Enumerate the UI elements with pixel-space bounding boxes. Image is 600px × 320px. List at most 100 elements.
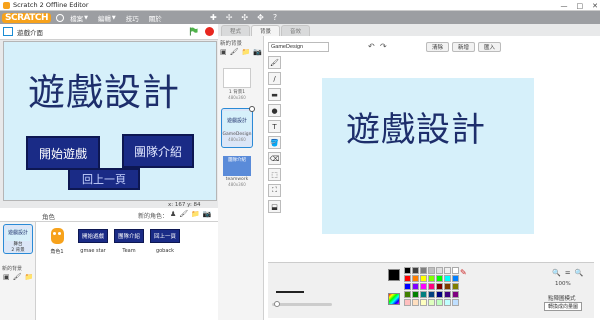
color-swatch[interactable] bbox=[404, 267, 411, 274]
stage-team-button[interactable]: 團隊介紹 bbox=[122, 134, 194, 168]
select-remove-icon[interactable]: ⛶ bbox=[268, 184, 281, 197]
color-swatch[interactable] bbox=[404, 299, 411, 306]
camera-sprite-icon[interactable]: 📷 bbox=[203, 210, 212, 218]
choose-sprite-icon[interactable]: ♟ bbox=[170, 210, 176, 218]
color-swatch[interactable] bbox=[428, 267, 435, 274]
upload-sprite-icon[interactable]: 📁 bbox=[191, 210, 200, 218]
eyedropper-icon[interactable]: ✎ bbox=[460, 268, 467, 277]
rectangle-icon[interactable]: ▬ bbox=[268, 88, 281, 101]
stage-thumbnail[interactable]: 遊戲設計 舞台 2 背景 bbox=[3, 224, 33, 254]
color-swatch[interactable] bbox=[404, 291, 411, 298]
camera-backdrop-icon[interactable]: 📷 bbox=[253, 48, 262, 56]
minimize-button[interactable]: — bbox=[561, 2, 568, 10]
color-swatch[interactable] bbox=[428, 283, 435, 290]
stage-canvas[interactable]: 遊戲設計 回上一頁 開始遊戲 團隊介紹 bbox=[3, 41, 217, 201]
help-icon[interactable]: ? bbox=[273, 13, 277, 22]
stage-start-button[interactable]: 開始遊戲 bbox=[26, 136, 100, 170]
color-swatch[interactable] bbox=[444, 283, 451, 290]
line-icon[interactable]: / bbox=[268, 72, 281, 85]
backdrop-tile[interactable]: 1 背景1 480x360 bbox=[221, 66, 253, 106]
color-swatch[interactable] bbox=[412, 291, 419, 298]
close-button[interactable]: ✕ bbox=[592, 2, 598, 10]
convert-to-vector-button[interactable]: 轉換成向量圖 bbox=[544, 302, 583, 311]
upload-backdrop-icon[interactable]: 📁 bbox=[25, 273, 34, 281]
tab-sounds[interactable]: 音效 bbox=[281, 25, 311, 36]
language-globe-icon[interactable] bbox=[56, 13, 65, 22]
upload-backdrop-icon[interactable]: 📁 bbox=[242, 48, 251, 56]
stamp-icon[interactable]: ⬓ bbox=[268, 200, 281, 213]
shrink-icon[interactable]: ✥ bbox=[257, 13, 264, 22]
color-swatch[interactable] bbox=[420, 283, 427, 290]
color-swatch[interactable] bbox=[412, 267, 419, 274]
select-icon[interactable]: ⬚ bbox=[268, 168, 281, 181]
color-swatch[interactable] bbox=[428, 291, 435, 298]
color-swatch[interactable] bbox=[444, 291, 451, 298]
color-swatch[interactable] bbox=[452, 299, 459, 306]
add-button[interactable]: 新增 bbox=[452, 42, 476, 52]
maximize-button[interactable]: □ bbox=[577, 2, 584, 10]
color-swatch[interactable] bbox=[420, 275, 427, 282]
paint-canvas[interactable]: 遊戲設計 bbox=[322, 78, 534, 234]
fill-icon[interactable]: 🪣 bbox=[268, 136, 281, 149]
tab-scripts[interactable]: 程式 bbox=[221, 25, 251, 36]
brush-icon[interactable]: 🖌 bbox=[268, 56, 281, 69]
color-swatch[interactable] bbox=[436, 283, 443, 290]
stage-goback-button[interactable]: 回上一頁 bbox=[68, 168, 140, 190]
color-swatch[interactable] bbox=[452, 283, 459, 290]
color-swatch[interactable] bbox=[452, 291, 459, 298]
stop-icon[interactable] bbox=[205, 27, 214, 36]
color-swatch[interactable] bbox=[436, 299, 443, 306]
menu-about[interactable]: 關於 bbox=[149, 13, 162, 23]
color-swatch[interactable] bbox=[444, 275, 451, 282]
color-swatch[interactable] bbox=[444, 299, 451, 306]
color-swatch[interactable] bbox=[412, 283, 419, 290]
clear-button[interactable]: 清除 bbox=[426, 42, 450, 52]
color-swatch[interactable] bbox=[412, 299, 419, 306]
color-swatch[interactable] bbox=[452, 275, 459, 282]
sprite-tile[interactable]: 角色1 bbox=[40, 226, 74, 266]
scratch-logo[interactable]: SCRATCH bbox=[2, 12, 52, 23]
slider-knob[interactable] bbox=[274, 301, 280, 307]
text-icon[interactable]: T bbox=[268, 120, 281, 133]
color-picker-icon[interactable] bbox=[388, 293, 400, 305]
backdrop-name-input[interactable] bbox=[268, 42, 329, 52]
color-swatch[interactable] bbox=[412, 275, 419, 282]
color-swatch[interactable] bbox=[404, 275, 411, 282]
color-swatch[interactable] bbox=[444, 267, 451, 274]
undo-icon[interactable]: ↶ bbox=[368, 42, 375, 51]
zoom-out-icon[interactable]: 🔍 bbox=[552, 269, 561, 277]
tab-backdrops[interactable]: 背景 bbox=[251, 25, 281, 36]
grow-icon[interactable]: ✣ bbox=[241, 13, 248, 22]
color-swatch[interactable] bbox=[404, 283, 411, 290]
project-title-input[interactable] bbox=[17, 26, 185, 37]
delete-backdrop-icon[interactable] bbox=[249, 106, 255, 112]
color-swatch[interactable] bbox=[420, 299, 427, 306]
sprite-tile[interactable]: 開始遊戲 gmae star bbox=[76, 226, 110, 266]
menu-file[interactable]: 檔案 ▼ bbox=[70, 13, 88, 23]
sprite-tile[interactable]: 團隊介紹 Team bbox=[112, 226, 146, 266]
color-swatch[interactable] bbox=[428, 299, 435, 306]
paint-backdrop-icon[interactable]: 🖌 bbox=[13, 273, 22, 281]
duplicate-icon[interactable]: ✚ bbox=[210, 13, 217, 22]
backdrop-tile[interactable]: 團隊介紹 teamwork 480x360 bbox=[221, 154, 253, 194]
redo-icon[interactable]: ↷ bbox=[380, 42, 387, 51]
green-flag-icon[interactable] bbox=[189, 27, 198, 36]
line-width-slider[interactable] bbox=[272, 301, 332, 307]
color-swatch[interactable] bbox=[436, 267, 443, 274]
ellipse-icon[interactable]: ● bbox=[268, 104, 281, 117]
paint-backdrop-icon[interactable]: 🖌 bbox=[230, 48, 239, 56]
choose-backdrop-icon[interactable]: ▣ bbox=[220, 48, 227, 56]
color-swatch[interactable] bbox=[428, 275, 435, 282]
menu-edit[interactable]: 編輯 ▼ bbox=[98, 13, 116, 23]
color-swatch[interactable] bbox=[452, 267, 459, 274]
import-button[interactable]: 匯入 bbox=[478, 42, 502, 52]
backdrop-tile[interactable]: 遊戲設計 GameDesign 480x360 bbox=[221, 106, 255, 148]
color-swatch[interactable] bbox=[436, 275, 443, 282]
zoom-reset-icon[interactable]: = bbox=[565, 269, 571, 277]
choose-backdrop-icon[interactable]: ▣ bbox=[3, 273, 10, 281]
paint-sprite-icon[interactable]: 🖌 bbox=[179, 210, 188, 218]
zoom-in-icon[interactable]: 🔍 bbox=[575, 269, 584, 277]
current-color-swatch[interactable] bbox=[388, 269, 400, 281]
color-swatch[interactable] bbox=[420, 267, 427, 274]
sprite-tile[interactable]: 回上一頁 goback bbox=[148, 226, 182, 266]
